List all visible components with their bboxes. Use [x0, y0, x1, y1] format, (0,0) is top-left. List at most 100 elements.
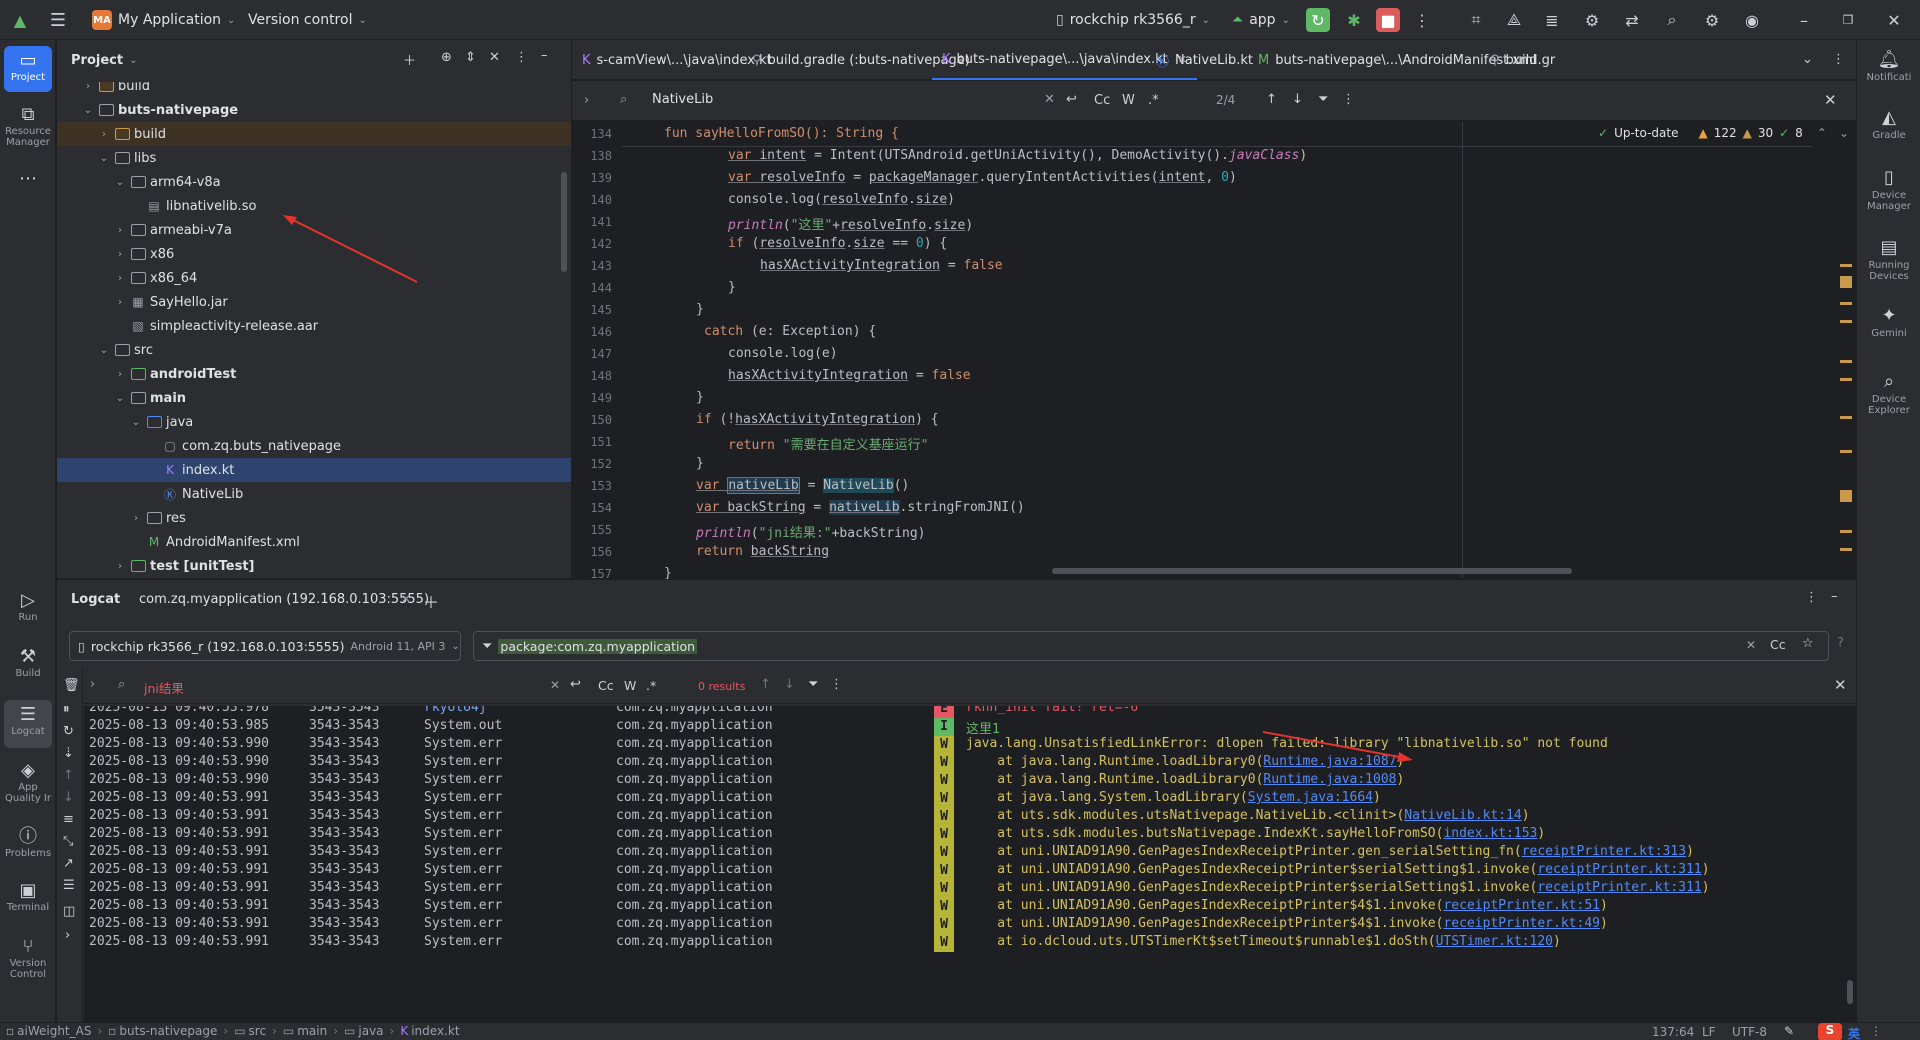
- warning-marker[interactable]: [1840, 276, 1852, 288]
- warning-marker[interactable]: [1840, 530, 1852, 533]
- ime-language[interactable]: 英: [1848, 1025, 1860, 1040]
- arrow-down-icon[interactable]: ↓: [63, 790, 74, 805]
- log-row[interactable]: 2025-08-13 09:40:53.985 3543-3543 System.o…: [84, 718, 1856, 737]
- history-icon[interactable]: ↩: [570, 677, 581, 692]
- gradle-button[interactable]: ◭ Gradle: [1861, 106, 1917, 141]
- device-manager-button[interactable]: ▯ Device Manager: [1861, 166, 1917, 212]
- main-menu-icon[interactable]: ☰: [46, 8, 70, 32]
- hide-panel-icon[interactable]: –: [541, 48, 548, 63]
- star-icon[interactable]: ☆: [1802, 636, 1814, 651]
- warning-marker[interactable]: [1840, 320, 1852, 323]
- restart-icon[interactable]: ↻: [63, 724, 74, 739]
- help-icon[interactable]: ?: [1837, 636, 1844, 651]
- editor-horizontal-scrollbar[interactable]: [1052, 568, 1572, 574]
- filter-match-case-toggle[interactable]: Cc: [1770, 637, 1786, 652]
- log-row[interactable]: 2025-08-13 09:40:53.991 3543-3543 System.e…: [84, 862, 1856, 880]
- file-encoding[interactable]: UTF-8: [1732, 1025, 1767, 1039]
- chevron-right-icon[interactable]: ›: [113, 369, 127, 380]
- export-icon[interactable]: ↗: [63, 856, 74, 871]
- log-row[interactable]: 2025-08-13 09:40:53.990 3543-3543 System.e…: [84, 754, 1856, 772]
- device-selector[interactable]: ▯ rockchip rk3566_r ⌄: [1056, 8, 1210, 32]
- filter-icon[interactable]: ⏷: [808, 677, 818, 692]
- log-row[interactable]: 2025-08-13 09:40:53.991 3543-3543 System.e…: [84, 880, 1856, 898]
- more-tools-button[interactable]: ⋯: [4, 168, 52, 190]
- log-row[interactable]: 2025-08-13 09:40:53.990 3543-3543 System.e…: [84, 772, 1856, 790]
- tree-item[interactable]: › res: [57, 506, 571, 530]
- sync-icon[interactable]: ⇄: [1620, 8, 1644, 32]
- profiler-icon[interactable]: ≣: [1540, 8, 1564, 32]
- add-icon[interactable]: ＋: [403, 50, 416, 69]
- terminal-tool-button[interactable]: ▣ Terminal: [4, 880, 52, 913]
- more-vert-icon[interactable]: ⋮: [1832, 52, 1845, 67]
- editor-tab[interactable]: ⚲ build.gr: [1480, 40, 1565, 80]
- breadcrumb-item[interactable]: ▭ src: [234, 1024, 266, 1038]
- chevron-right-icon[interactable]: ›: [97, 129, 111, 140]
- tree-item[interactable]: Ⓚ NativeLib: [57, 482, 571, 506]
- history-icon[interactable]: ↩: [1066, 92, 1077, 107]
- arrow-down-icon[interactable]: ↓: [1292, 92, 1303, 107]
- chevron-down-icon[interactable]: ⌄: [97, 153, 111, 164]
- warning-marker[interactable]: [1840, 302, 1852, 305]
- account-icon[interactable]: ◉: [1740, 8, 1764, 32]
- chevron-right-icon[interactable]: ›: [113, 225, 127, 236]
- version-control-tool-button[interactable]: ⑂ Version Control: [4, 936, 52, 980]
- breadcrumb-item[interactable]: ▫ buts-nativepage: [108, 1024, 217, 1038]
- code-area[interactable]: fun sayHelloFromSO(): String { var inten…: [572, 122, 1812, 581]
- warning-marker[interactable]: [1840, 264, 1852, 267]
- notifications-button[interactable]: 🔔︎ Notificati: [1861, 48, 1917, 83]
- breadcrumb-item[interactable]: ▫ aiWeight_AS: [6, 1024, 91, 1038]
- logcat-tab[interactable]: com.zq.myapplication (192.168.0.103:5555…: [139, 592, 429, 607]
- resource-manager-button[interactable]: ⧉ Resource Manager: [4, 104, 52, 148]
- chevron-right-icon[interactable]: ›: [113, 273, 127, 284]
- log-row[interactable]: 2025-08-13 09:40:53.990 3543-3543 System.e…: [84, 736, 1856, 754]
- search-match-case-toggle[interactable]: Cc: [598, 678, 614, 693]
- tree-item[interactable]: ▢ com.zq.buts_nativepage: [57, 434, 571, 458]
- chevron-down-icon[interactable]: ⌄: [129, 417, 143, 428]
- run-config-selector[interactable]: ⏶ app ⌄: [1232, 8, 1290, 32]
- inspector-icon[interactable]: ✎: [1784, 1024, 1794, 1038]
- regex-toggle[interactable]: .*: [1148, 93, 1159, 108]
- log-source-link[interactable]: System.java:1664: [1248, 790, 1373, 805]
- close-find-icon[interactable]: ✕: [1824, 91, 1837, 109]
- log-row[interactable]: 2025-08-13 09:40:53.991 3543-3543 System.e…: [84, 790, 1856, 808]
- tree-item[interactable]: › build: [57, 122, 571, 146]
- tree-item[interactable]: ⌄ buts-nativepage: [57, 98, 571, 122]
- chevron-down-icon[interactable]: ⌄: [97, 345, 111, 356]
- build-tool-button[interactable]: ⚒ Build: [4, 646, 52, 679]
- find-input[interactable]: NativeLib: [652, 92, 713, 107]
- search-whole-word-toggle[interactable]: W: [624, 678, 636, 693]
- trash-icon[interactable]: 🗑︎: [63, 678, 80, 693]
- log-source-link[interactable]: receiptPrinter.kt:51: [1443, 898, 1600, 913]
- line-separator[interactable]: LF: [1702, 1025, 1716, 1039]
- arrow-down-icon[interactable]: ↓: [784, 677, 795, 692]
- log-row[interactable]: 2025-08-13 09:40:53.991 3543-3543 System.e…: [84, 898, 1856, 916]
- log-source-link[interactable]: Runtime.java:1008: [1263, 772, 1396, 787]
- tree-item[interactable]: ⌄ main: [57, 386, 571, 410]
- match-case-toggle[interactable]: Cc: [1094, 93, 1110, 108]
- search-icon[interactable]: ⌕: [1660, 8, 1684, 32]
- project-panel-title[interactable]: Project: [71, 53, 123, 68]
- soft-wrap-icon[interactable]: ≡: [63, 812, 74, 827]
- arrow-up-icon[interactable]: ↑: [1266, 92, 1277, 107]
- app-quality-button[interactable]: ◈ App Quality Ir: [4, 760, 52, 804]
- locate-icon[interactable]: ⊕: [441, 50, 452, 65]
- log-scrollbar[interactable]: [1847, 980, 1853, 1004]
- logcat-search-input[interactable]: jni结果: [144, 678, 184, 697]
- expand-more-icon[interactable]: ›: [65, 928, 70, 943]
- caret-position[interactable]: 137:64: [1652, 1025, 1694, 1039]
- collapse-all-icon[interactable]: ✕: [489, 50, 500, 65]
- translate-icon[interactable]: ⟁: [1502, 8, 1526, 32]
- problems-tool-button[interactable]: ⓘ Problems: [4, 826, 52, 859]
- split-icon[interactable]: ◫: [63, 904, 75, 919]
- log-source-link[interactable]: receiptPrinter.kt:313: [1522, 844, 1686, 859]
- more-vert-icon[interactable]: ⋮: [1342, 92, 1355, 107]
- prev-highlight-icon[interactable]: ⌃: [1817, 126, 1827, 140]
- arrow-up-icon[interactable]: ↑: [760, 677, 771, 692]
- tree-item[interactable]: ▧ simpleactivity-release.aar: [57, 314, 571, 338]
- stop-icon[interactable]: ■: [1376, 8, 1400, 32]
- expand-all-icon[interactable]: ⇕: [465, 50, 476, 65]
- tree-item[interactable]: ⌄ src: [57, 338, 571, 362]
- more-vert-icon[interactable]: ⋮: [515, 50, 528, 65]
- clear-icon[interactable]: ✕: [550, 678, 560, 692]
- tree-item[interactable]: M AndroidManifest.xml: [57, 530, 571, 554]
